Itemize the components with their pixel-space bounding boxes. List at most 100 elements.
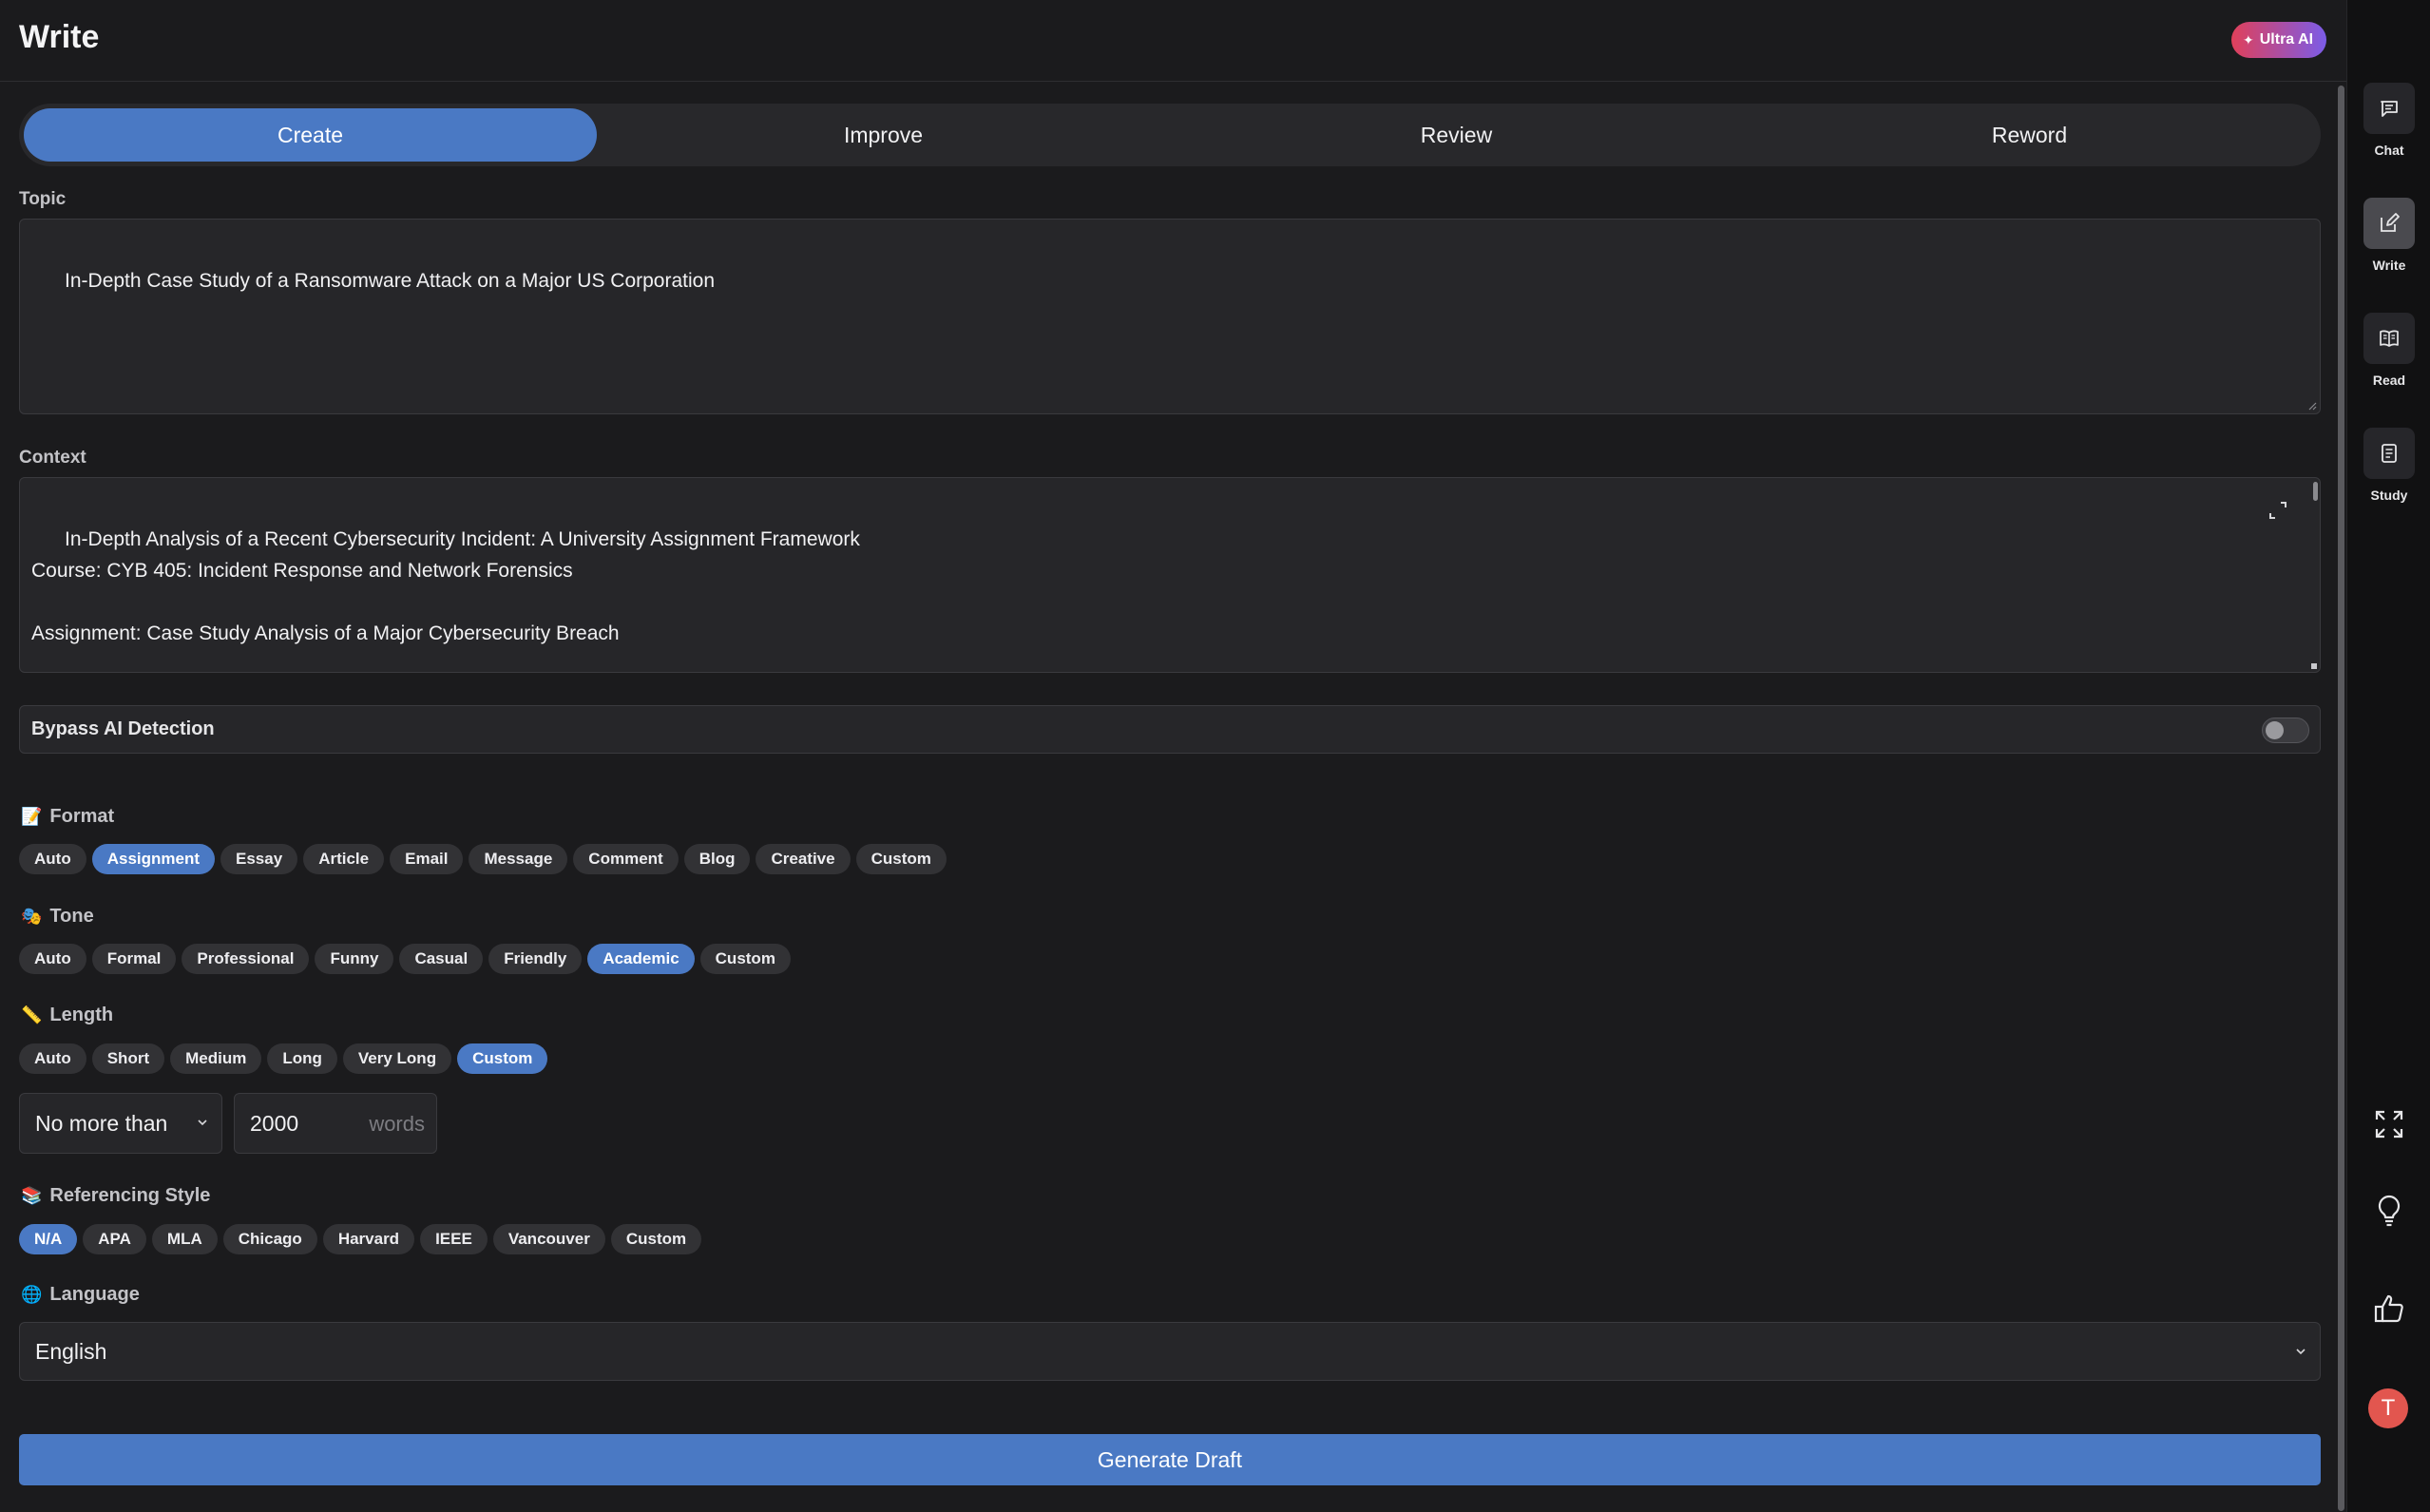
length-chip-auto[interactable]: Auto bbox=[19, 1043, 86, 1074]
chevron-down-icon bbox=[2296, 1349, 2306, 1355]
language-heading: 🌐 Language bbox=[21, 1284, 140, 1306]
rail-label-chat: Chat bbox=[2374, 143, 2404, 158]
length-limit-value: No more than bbox=[35, 1110, 168, 1136]
fullscreen-button[interactable] bbox=[2370, 1105, 2408, 1143]
topic-text: In-Depth Case Study of a Ransomware Atta… bbox=[65, 270, 716, 292]
fullscreen-icon bbox=[2375, 1110, 2403, 1139]
thumbs-up-icon bbox=[2374, 1294, 2403, 1323]
tone-chip-academic[interactable]: Academic bbox=[587, 944, 695, 974]
ultra-ai-label: Ultra AI bbox=[2259, 31, 2314, 48]
bypass-ai-detection-toggle[interactable] bbox=[2262, 718, 2309, 743]
format-chip-creative[interactable]: Creative bbox=[756, 844, 851, 874]
rail-item-study[interactable]: Study bbox=[2347, 428, 2430, 503]
sparkle-icon: ✦ bbox=[2243, 31, 2254, 48]
length-heading: 📏 Length bbox=[21, 1005, 113, 1026]
ref-chip-apa[interactable]: APA bbox=[83, 1224, 146, 1254]
format-chip-message[interactable]: Message bbox=[469, 844, 568, 874]
length-chip-short[interactable]: Short bbox=[91, 1043, 165, 1074]
format-chip-essay[interactable]: Essay bbox=[220, 844, 298, 874]
length-chips: Auto Short Medium Long Very Long Custom bbox=[19, 1043, 548, 1074]
ultra-ai-badge[interactable]: ✦ Ultra AI bbox=[2231, 22, 2327, 58]
rail-item-write[interactable]: Write bbox=[2347, 198, 2430, 273]
toggle-knob bbox=[2266, 721, 2284, 739]
word-count-value: 2000 bbox=[250, 1110, 299, 1136]
format-chip-assignment[interactable]: Assignment bbox=[91, 844, 216, 874]
mode-tabs: Create Improve Review Reword bbox=[19, 104, 2321, 166]
tone-chip-funny[interactable]: Funny bbox=[315, 944, 394, 974]
format-chip-article[interactable]: Article bbox=[303, 844, 385, 874]
tips-button[interactable] bbox=[2370, 1192, 2408, 1230]
context-textarea[interactable]: In-Depth Analysis of a Recent Cybersecur… bbox=[19, 477, 2321, 673]
tab-improve[interactable]: Improve bbox=[597, 108, 1170, 162]
topic-textarea[interactable]: In-Depth Case Study of a Ransomware Atta… bbox=[19, 219, 2321, 414]
avatar[interactable]: T bbox=[2368, 1388, 2408, 1428]
format-chip-auto[interactable]: Auto bbox=[19, 844, 86, 874]
tab-reword[interactable]: Reword bbox=[1743, 108, 2316, 162]
format-chip-email[interactable]: Email bbox=[390, 844, 464, 874]
notes-icon bbox=[2382, 444, 2397, 463]
rail-item-chat[interactable]: Chat bbox=[2347, 83, 2430, 158]
ruler-icon: 📏 bbox=[21, 1005, 43, 1024]
language-label: Language bbox=[49, 1284, 140, 1305]
format-heading: 📝 Format bbox=[21, 806, 114, 828]
tab-review[interactable]: Review bbox=[1170, 108, 1743, 162]
rail-icon-box bbox=[2363, 428, 2415, 479]
language-select[interactable]: English bbox=[19, 1322, 2321, 1381]
lightbulb-icon bbox=[2378, 1195, 2401, 1227]
tab-create[interactable]: Create bbox=[24, 108, 597, 162]
topic-label: Topic bbox=[19, 189, 67, 209]
context-scrollbar-thumb[interactable] bbox=[2313, 482, 2318, 501]
resize-handle-icon[interactable] bbox=[2306, 399, 2317, 411]
rail-item-read[interactable]: Read bbox=[2347, 313, 2430, 388]
format-label: Format bbox=[49, 806, 115, 827]
format-chip-blog[interactable]: Blog bbox=[683, 844, 751, 874]
ref-chip-na[interactable]: N/A bbox=[19, 1224, 78, 1254]
ref-chip-harvard[interactable]: Harvard bbox=[322, 1224, 415, 1254]
globe-icon: 🌐 bbox=[21, 1285, 43, 1304]
tone-chip-auto[interactable]: Auto bbox=[19, 944, 86, 974]
length-chip-custom[interactable]: Custom bbox=[457, 1043, 548, 1074]
feedback-button[interactable] bbox=[2370, 1290, 2408, 1328]
ref-chip-vancouver[interactable]: Vancouver bbox=[492, 1224, 605, 1254]
page-scrollbar-thumb[interactable] bbox=[2338, 86, 2344, 1511]
length-chip-medium[interactable]: Medium bbox=[170, 1043, 262, 1074]
ref-chip-custom[interactable]: Custom bbox=[610, 1224, 702, 1254]
tone-chip-professional[interactable]: Professional bbox=[182, 944, 310, 974]
length-limit-select[interactable]: No more than bbox=[19, 1093, 222, 1154]
chevron-down-icon bbox=[198, 1120, 207, 1126]
tone-label: Tone bbox=[49, 906, 94, 927]
expand-icon[interactable] bbox=[2267, 499, 2289, 522]
generate-draft-button[interactable]: Generate Draft bbox=[19, 1434, 2321, 1485]
rail-icon-box bbox=[2363, 313, 2415, 364]
tone-chip-custom[interactable]: Custom bbox=[699, 944, 791, 974]
book-icon bbox=[2380, 330, 2399, 347]
context-label: Context bbox=[19, 448, 86, 468]
ref-chip-ieee[interactable]: IEEE bbox=[420, 1224, 488, 1254]
ref-chip-chicago[interactable]: Chicago bbox=[222, 1224, 317, 1254]
write-app: Write ✦ Ultra AI Create Improve Review R… bbox=[0, 0, 2430, 1512]
context-text: In-Depth Analysis of a Recent Cybersecur… bbox=[31, 528, 860, 644]
books-icon: 📚 bbox=[21, 1186, 43, 1205]
word-count-input[interactable]: 2000 words bbox=[234, 1093, 437, 1154]
theater-masks-icon: 🎭 bbox=[21, 907, 43, 926]
referencing-heading: 📚 Referencing Style bbox=[21, 1185, 210, 1207]
main-panel: Write ✦ Ultra AI Create Improve Review R… bbox=[0, 0, 2346, 1512]
tone-chip-friendly[interactable]: Friendly bbox=[488, 944, 583, 974]
rail-label-study: Study bbox=[2370, 488, 2408, 503]
format-chip-custom[interactable]: Custom bbox=[855, 844, 947, 874]
rail-icon-box bbox=[2363, 198, 2415, 249]
tone-chip-casual[interactable]: Casual bbox=[399, 944, 484, 974]
rail-label-write: Write bbox=[2372, 258, 2406, 273]
format-chip-comment[interactable]: Comment bbox=[573, 844, 679, 874]
referencing-chips: N/A APA MLA Chicago Harvard IEEE Vancouv… bbox=[19, 1224, 702, 1254]
length-chip-long[interactable]: Long bbox=[267, 1043, 337, 1074]
rail-label-read: Read bbox=[2372, 373, 2406, 388]
word-count-unit: words bbox=[369, 1112, 425, 1136]
length-chip-very-long[interactable]: Very Long bbox=[342, 1043, 452, 1074]
edit-icon bbox=[2381, 213, 2400, 232]
referencing-label: Referencing Style bbox=[49, 1185, 211, 1206]
bypass-ai-detection-row: Bypass AI Detection bbox=[19, 705, 2321, 754]
resize-handle-icon[interactable] bbox=[2306, 658, 2317, 669]
tone-chip-formal[interactable]: Formal bbox=[91, 944, 177, 974]
ref-chip-mla[interactable]: MLA bbox=[151, 1224, 218, 1254]
